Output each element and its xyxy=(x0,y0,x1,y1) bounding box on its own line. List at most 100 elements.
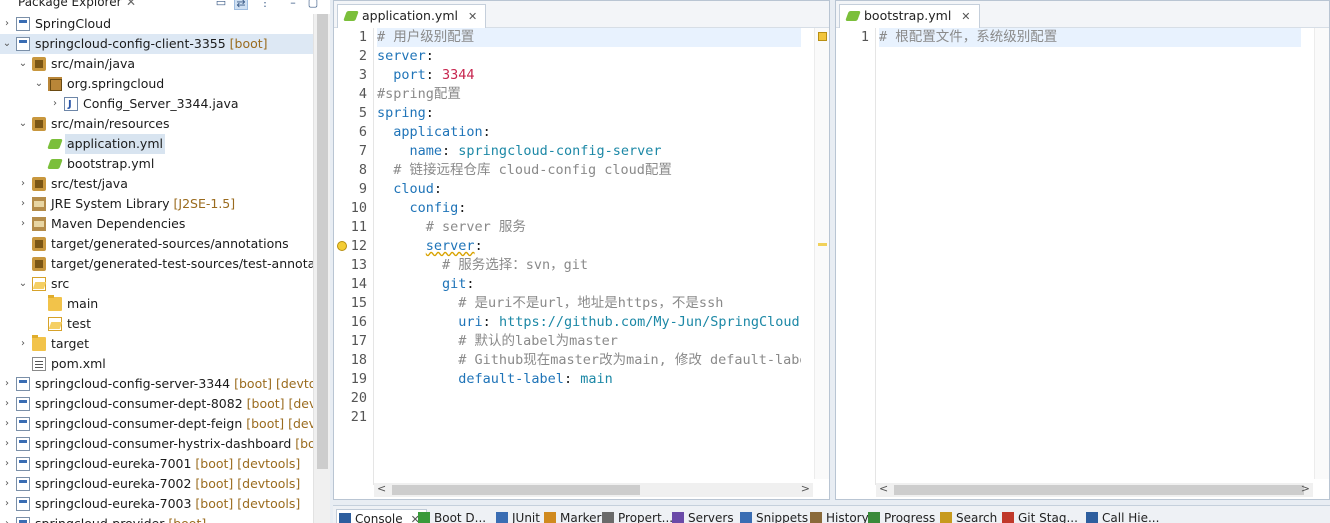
tab-bootstrap-yml[interactable]: bootstrap.yml ✕ xyxy=(839,4,980,28)
tab-junit[interactable]: JUnit xyxy=(494,509,540,523)
link-with-editor-icon[interactable]: ⇄ xyxy=(234,0,248,10)
scroll-left-icon[interactable]: < xyxy=(879,482,888,495)
tree-item[interactable]: bootstrap.yml xyxy=(0,154,313,174)
horizontal-scrollbar[interactable]: < > xyxy=(876,482,1313,497)
tab-label: bootstrap.yml xyxy=(864,8,952,23)
tree-item[interactable]: › springcloud-provider [boot] xyxy=(0,514,313,523)
warning-summary-icon[interactable] xyxy=(818,32,827,41)
horizontal-scrollbar[interactable]: < > xyxy=(374,482,813,497)
scroll-right-icon[interactable]: > xyxy=(1301,482,1310,495)
code-line: config: xyxy=(377,199,467,218)
tree-item[interactable]: › springcloud-config-server-3344 [boot] [… xyxy=(0,374,313,394)
project-decoration: [boot] xyxy=(164,516,206,523)
chevron-down-icon[interactable]: ⌄ xyxy=(18,54,28,74)
tree-item[interactable]: › springcloud-eureka-7003 [boot] [devtool… xyxy=(0,494,313,514)
tab-propert[interactable]: Propert... xyxy=(600,509,673,523)
explorer-close-icon[interactable]: ✕ xyxy=(126,0,136,9)
tree-item[interactable]: ⌄ springcloud-config-client-3355 [boot] xyxy=(0,34,313,54)
code-token: port xyxy=(377,67,426,83)
explorer-scrollbar-thumb[interactable] xyxy=(317,14,328,469)
horizontal-scrollbar-thumb[interactable] xyxy=(894,485,1304,495)
scroll-left-icon[interactable]: < xyxy=(377,482,386,495)
code-token: # 链接远程仓库 cloud-config cloud配置 xyxy=(377,162,672,178)
search-icon xyxy=(940,512,952,523)
tree-item[interactable]: ⌄ src/main/java xyxy=(0,54,313,74)
collapse-all-icon[interactable]: ▭ xyxy=(214,0,228,10)
tree-item[interactable]: › springcloud-consumer-dept-feign [boot] … xyxy=(0,414,313,434)
chevron-right-icon[interactable]: › xyxy=(2,394,12,414)
tree-item[interactable]: › springcloud-eureka-7002 [boot] [devtool… xyxy=(0,474,313,494)
line-number: 17 xyxy=(350,333,367,349)
tree-item[interactable]: ⌄ org.springcloud xyxy=(0,74,313,94)
tree-item[interactable]: main xyxy=(0,294,313,314)
chevron-right-icon[interactable]: › xyxy=(50,94,60,114)
maximize-icon[interactable]: ▢ xyxy=(306,0,320,10)
chevron-down-icon[interactable]: ⌄ xyxy=(34,74,44,94)
chevron-right-icon[interactable]: › xyxy=(2,14,12,34)
tab-console[interactable]: Console ✕ xyxy=(336,509,427,523)
tab-close-icon[interactable]: ✕ xyxy=(961,6,970,28)
code-area[interactable]: # 根配置文件，系统级别配置 xyxy=(879,28,1301,479)
code-token: # 服务选择：svn，git xyxy=(377,257,589,273)
minimize-icon[interactable]: – xyxy=(286,0,300,10)
tree-item-label: SpringCloud xyxy=(35,16,112,31)
tab-application-yml[interactable]: application.yml ✕ xyxy=(337,4,487,28)
tab-search[interactable]: Search xyxy=(938,509,997,523)
warning-icon[interactable] xyxy=(337,241,347,251)
tab-call-hie[interactable]: Call Hie... xyxy=(1084,509,1159,523)
tree-item[interactable]: › Maven Dependencies xyxy=(0,214,313,234)
chevron-right-icon[interactable]: › xyxy=(2,414,12,434)
chevron-right-icon[interactable]: › xyxy=(2,494,12,514)
code-area[interactable]: # 用户级别配置 server: port: 3344 #spring配置 sprin… xyxy=(377,28,801,479)
tree-item[interactable]: target/generated-sources/annotations xyxy=(0,234,313,254)
tab-git-stag[interactable]: Git Stag... xyxy=(1000,509,1078,523)
code-line: server: xyxy=(377,237,483,256)
tab-history[interactable]: History xyxy=(808,509,869,523)
tab-progress[interactable]: Progress xyxy=(866,509,935,523)
chevron-right-icon[interactable]: › xyxy=(2,514,12,523)
tab-boot-d[interactable]: Boot D... xyxy=(416,509,486,523)
tree-item[interactable]: › SpringCloud xyxy=(0,14,313,34)
tree-item[interactable]: › JRE System Library [J2SE-1.5] xyxy=(0,194,313,214)
horizontal-scrollbar-thumb[interactable] xyxy=(392,485,640,495)
tab-snippets[interactable]: Snippets xyxy=(738,509,808,523)
chevron-right-icon[interactable]: › xyxy=(18,174,28,194)
chevron-right-icon[interactable]: › xyxy=(2,374,12,394)
explorer-scrollbar[interactable] xyxy=(313,14,330,523)
chevron-right-icon[interactable]: › xyxy=(2,434,12,454)
tree-item[interactable]: ⌄ src/main/resources xyxy=(0,114,313,134)
tree-item[interactable]: target/generated-test-sources/test-annot… xyxy=(0,254,313,274)
tab-markers[interactable]: Markers xyxy=(542,509,608,523)
tree-item[interactable]: › src/test/java xyxy=(0,174,313,194)
chevron-down-icon[interactable]: ⌄ xyxy=(2,34,12,54)
code-token: server xyxy=(377,48,426,64)
tree-item[interactable]: › springcloud-consumer-dept-8082 [boot] [… xyxy=(0,394,313,414)
source-folder-icon xyxy=(32,237,46,251)
tree-item[interactable]: › target xyxy=(0,334,313,354)
tree-item[interactable]: test xyxy=(0,314,313,334)
chevron-right-icon[interactable]: › xyxy=(18,194,28,214)
tree-item[interactable]: › Config_Server_3344.java xyxy=(0,94,313,115)
chevron-down-icon[interactable]: ⌄ xyxy=(18,114,28,134)
explorer-title[interactable]: Package Explorer xyxy=(18,0,122,9)
tab-close-icon[interactable]: ✕ xyxy=(468,6,477,28)
tree-item[interactable]: › springcloud-eureka-7001 [boot] [devtool… xyxy=(0,454,313,474)
chevron-down-icon[interactable]: ⌄ xyxy=(18,274,28,294)
view-menu-icon[interactable]: ⋮ xyxy=(258,0,272,10)
chevron-right-icon[interactable]: › xyxy=(2,474,12,494)
overview-ruler[interactable] xyxy=(814,28,829,479)
chevron-right-icon[interactable]: › xyxy=(18,334,28,354)
tree-item[interactable]: pom.xml xyxy=(0,354,313,374)
chevron-right-icon[interactable]: › xyxy=(2,454,12,474)
scroll-right-icon[interactable]: > xyxy=(801,482,810,495)
tree-item[interactable]: › springcloud-consumer-hystrix-dashboard … xyxy=(0,434,313,454)
code-token: config xyxy=(377,200,459,216)
tree-item[interactable]: application.yml xyxy=(0,134,313,154)
tab-servers[interactable]: Servers xyxy=(670,509,734,523)
warning-marker[interactable] xyxy=(818,243,827,246)
line-number: 21 xyxy=(350,409,367,425)
tree-item[interactable]: ⌄ src xyxy=(0,274,313,294)
overview-ruler[interactable] xyxy=(1314,28,1329,479)
line-number: 1 xyxy=(358,29,367,45)
chevron-right-icon[interactable]: › xyxy=(18,214,28,234)
